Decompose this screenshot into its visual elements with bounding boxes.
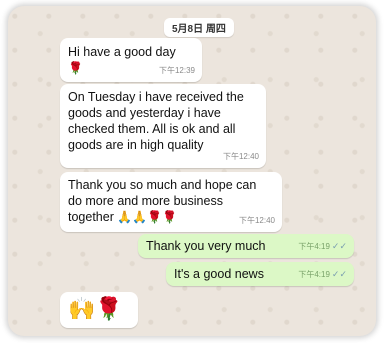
message-timestamp: 下午4:19 ✓✓ (298, 269, 347, 279)
message-line: goods and yesterday i have (68, 106, 221, 120)
message-text: It's a good news (174, 267, 264, 281)
message-text: Thank you very much (146, 239, 266, 253)
pray-and-rose-icons: 🙏🙏🌹🌹 (117, 210, 178, 224)
rose-icon: 🌹 (68, 61, 83, 75)
message-bubble-outgoing[interactable]: Thank you very much 下午4:19 ✓✓ (138, 234, 354, 258)
date-divider: 5月8日 周四 (164, 18, 234, 37)
message-line: On Tuesday i have received the (68, 90, 244, 104)
message-line: do more and more business (68, 194, 223, 208)
message-bubble-incoming[interactable]: 🙌🌹 (60, 292, 138, 328)
message-text: Hi have a good day (68, 45, 176, 59)
message-timestamp: 下午12:40 (222, 152, 259, 161)
message-line: checked them. All is ok and all (68, 122, 236, 136)
message-bubble-incoming[interactable]: Hi have a good day 🌹 下午12:39 (60, 38, 202, 82)
message-line: Thank you so much and hope can (68, 178, 257, 192)
message-timestamp: 下午12:39 (158, 66, 195, 75)
message-timestamp: 下午12:40 (238, 216, 275, 225)
raised-hands-and-rose-icons: 🙌🌹 (68, 296, 123, 321)
message-timestamp: 下午4:19 ✓✓ (298, 241, 347, 251)
message-line: together (68, 210, 114, 224)
double-check-icon: ✓✓ (331, 269, 347, 279)
double-check-icon: ✓✓ (331, 241, 347, 251)
message-bubble-incoming[interactable]: Thank you so much and hope can do more a… (60, 172, 282, 232)
message-bubble-incoming[interactable]: On Tuesday i have received the goods and… (60, 84, 266, 168)
message-bubble-outgoing[interactable]: It's a good news 下午4:19 ✓✓ (166, 262, 354, 286)
chat-window: 5月8日 周四 Hi have a good day 🌹 下午12:39 On … (8, 6, 376, 336)
